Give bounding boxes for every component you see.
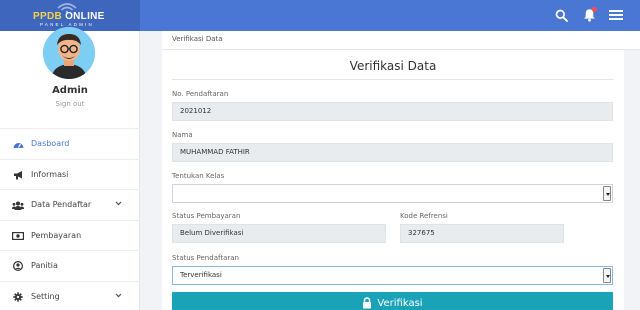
kode-referensi-field: 327675	[400, 224, 564, 243]
status-pembayaran-label: Status Pembayaran	[172, 212, 241, 220]
menu-toggle-button[interactable]	[607, 6, 625, 24]
chevron-down-icon	[115, 201, 122, 206]
user-circle-icon	[12, 260, 24, 272]
breadcrumb-bar: Verifikasi Data	[162, 31, 640, 50]
sidebar-item-label: Setting	[31, 291, 60, 301]
sidebar-menu: Dasboard Informasi Data Pendaftar Pembay…	[0, 128, 140, 310]
title-divider	[172, 79, 614, 80]
sidebar-item-panitia[interactable]: Panitia	[0, 250, 140, 281]
verifikasi-button-label: Verifikasi	[377, 297, 423, 309]
sidebar-item-label: Data Pendaftar	[31, 200, 92, 210]
status-pendaftaran-select[interactable]: Terverifikasi	[172, 266, 613, 285]
nama-field: MUHAMMAD FATHIR	[172, 143, 613, 162]
search-button[interactable]	[552, 6, 570, 24]
hamburger-icon	[609, 10, 623, 20]
notifications-button[interactable]	[580, 6, 598, 24]
no-pendaftaran-field: 2021012	[172, 102, 613, 121]
kelas-label: Tentukan Kelas	[172, 172, 225, 180]
notification-dot	[592, 7, 597, 12]
brand-title-part2: ONLINE	[65, 11, 105, 22]
kode-referensi-label: Kode Refrensi	[400, 212, 448, 220]
bullhorn-icon	[12, 169, 24, 181]
dropdown-arrow-icon	[603, 268, 611, 283]
status-pembayaran-field: Belum Diverifikasi	[172, 224, 386, 243]
sidebar-item-label: Informasi	[31, 169, 69, 179]
status-pendaftaran-label: Status Pendaftaran	[172, 254, 239, 262]
verification-form-card: Verifikasi Data No. Pendaftaran 2021012 …	[162, 50, 624, 310]
sidebar-item-setting[interactable]: Setting	[0, 280, 140, 310]
brand-title-part1: PPDB	[33, 11, 66, 22]
money-icon	[12, 230, 24, 242]
sidebar-item-informasi[interactable]: Informasi	[0, 158, 140, 190]
no-pendaftaran-label: No. Pendaftaran	[172, 90, 229, 98]
sidebar-item-pembayaran[interactable]: Pembayaran	[0, 219, 140, 251]
status-pendaftaran-select-value: Terverifikasi	[180, 271, 222, 279]
search-icon	[555, 9, 568, 22]
lock-icon	[363, 297, 372, 309]
sidebar: Admin Sign out Dasboard Informasi Data P…	[0, 27, 140, 310]
gear-icon	[12, 291, 24, 303]
sidebar-item-label: Panitia	[31, 261, 58, 271]
nama-label: Nama	[172, 131, 193, 139]
avatar	[43, 27, 95, 79]
sign-out-link[interactable]: Sign out	[0, 100, 140, 108]
user-avatar-illustration	[43, 27, 95, 79]
sidebar-item-label: Pembayaran	[31, 230, 82, 240]
sidebar-item-data-pendaftar[interactable]: Data Pendaftar	[0, 189, 140, 220]
sidebar-item-label: Dasboard	[31, 139, 70, 149]
verifikasi-button[interactable]: Verifikasi	[172, 292, 613, 310]
brand-title: PPDB ONLINE	[33, 11, 105, 22]
tachometer-icon	[12, 138, 24, 150]
breadcrumb: Verifikasi Data	[172, 35, 223, 43]
user-name: Admin	[52, 85, 88, 96]
sidebar-item-dasboard[interactable]: Dasboard	[0, 128, 140, 159]
dropdown-arrow-icon	[603, 186, 611, 201]
users-icon	[12, 199, 24, 211]
kelas-select[interactable]	[172, 184, 613, 203]
page-title: Verifikasi Data	[349, 59, 437, 73]
top-navbar: PPDB ONLINE PANEL ADMIN	[0, 0, 640, 31]
chevron-down-icon	[115, 293, 122, 297]
